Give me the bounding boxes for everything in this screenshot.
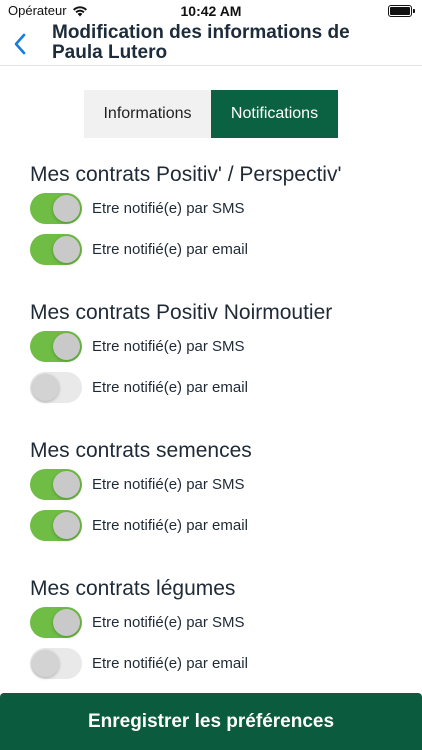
section-title: Mes contrats semences bbox=[30, 439, 252, 462]
back-button[interactable] bbox=[6, 26, 34, 62]
toggle-knob bbox=[32, 649, 59, 677]
option-label: Etre notifié(e) par SMS bbox=[92, 613, 245, 631]
option-row-email: Etre notifié(e) par email bbox=[30, 233, 248, 265]
email-toggle[interactable] bbox=[30, 371, 82, 403]
sms-toggle[interactable] bbox=[30, 468, 82, 500]
sms-toggle[interactable] bbox=[30, 192, 82, 224]
option-label: Etre notifié(e) par SMS bbox=[92, 199, 245, 217]
option-row-email: Etre notifié(e) par email bbox=[30, 371, 248, 403]
option-label: Etre notifié(e) par email bbox=[92, 654, 248, 672]
section-title: Mes contrats Positiv' / Perspectiv' bbox=[30, 163, 342, 186]
save-preferences-button[interactable]: Enregistrer les préférences bbox=[0, 693, 422, 750]
option-label: Etre notifié(e) par email bbox=[92, 378, 248, 396]
section-title: Mes contrats Positiv Noirmoutier bbox=[30, 301, 333, 324]
email-toggle[interactable] bbox=[30, 509, 82, 541]
option-label: Etre notifié(e) par email bbox=[92, 516, 248, 534]
toggle-knob bbox=[53, 608, 80, 636]
tab-notifications[interactable]: Notifications bbox=[211, 90, 338, 138]
email-toggle[interactable] bbox=[30, 233, 82, 265]
status-time: 10:42 AM bbox=[180, 3, 242, 19]
option-label: Etre notifié(e) par SMS bbox=[92, 337, 245, 355]
sms-toggle[interactable] bbox=[30, 330, 82, 362]
option-row-email: Etre notifié(e) par email bbox=[30, 509, 248, 541]
tab-informations[interactable]: Informations bbox=[84, 90, 211, 138]
toggle-knob bbox=[53, 511, 80, 539]
toggle-knob bbox=[53, 470, 80, 498]
sms-toggle[interactable] bbox=[30, 606, 82, 638]
navigation-header: Modification des informations de Paula L… bbox=[0, 22, 422, 66]
option-label: Etre notifié(e) par email bbox=[92, 240, 248, 258]
option-label: Etre notifié(e) par SMS bbox=[92, 475, 245, 493]
option-row-sms: Etre notifié(e) par SMS bbox=[30, 468, 245, 500]
battery-icon bbox=[388, 5, 415, 17]
email-toggle[interactable] bbox=[30, 647, 82, 679]
status-bar: Opérateur 10:42 AM bbox=[0, 0, 422, 22]
toggle-knob bbox=[53, 194, 80, 222]
page-title: Modification des informations de Paula L… bbox=[52, 22, 350, 63]
option-row-sms: Etre notifié(e) par SMS bbox=[30, 330, 245, 362]
option-row-sms: Etre notifié(e) par SMS bbox=[30, 606, 245, 638]
toggle-knob bbox=[53, 235, 80, 263]
option-row-sms: Etre notifié(e) par SMS bbox=[30, 192, 245, 224]
option-row-email: Etre notifié(e) par email bbox=[30, 647, 248, 679]
segmented-tabs: Informations Notifications bbox=[84, 90, 338, 138]
toggle-knob bbox=[32, 373, 59, 401]
chevron-left-icon bbox=[14, 33, 26, 55]
toggle-knob bbox=[53, 332, 80, 360]
section-title: Mes contrats légumes bbox=[30, 577, 236, 600]
